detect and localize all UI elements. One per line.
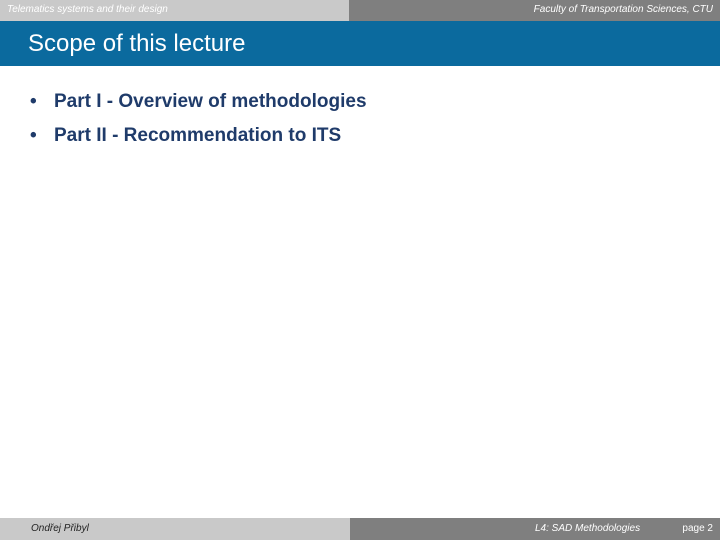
footer-left-band: Ondřej Přibyl (0, 518, 350, 540)
bullet-text: Part II - Recommendation to ITS (54, 125, 342, 146)
header-right-band: Faculty of Transportation Sciences, CTU (349, 0, 720, 21)
lecture-label: L4: SAD Methodologies (535, 523, 641, 534)
footer-right-band: L4: SAD Methodologies page 2 (350, 518, 720, 540)
bullet-item: • Part II - Recommendation to ITS (30, 122, 367, 156)
bullet-marker: • (30, 125, 37, 146)
page-number: page 2 (682, 523, 713, 534)
author-name: Ondřej Přibyl (31, 523, 89, 534)
bullet-marker: • (30, 91, 37, 112)
slide-title: Scope of this lecture (28, 30, 246, 57)
title-bar: Scope of this lecture (0, 21, 720, 66)
bullet-list: • Part I - Overview of methodologies • P… (30, 88, 367, 156)
bullet-text: Part I - Overview of methodologies (54, 91, 367, 112)
faculty-header: Faculty of Transportation Sciences, CTU (533, 4, 713, 15)
course-name-header: Telematics systems and their design (7, 4, 168, 15)
bullet-item: • Part I - Overview of methodologies (30, 88, 367, 122)
header-left-band: Telematics systems and their design (0, 0, 349, 21)
